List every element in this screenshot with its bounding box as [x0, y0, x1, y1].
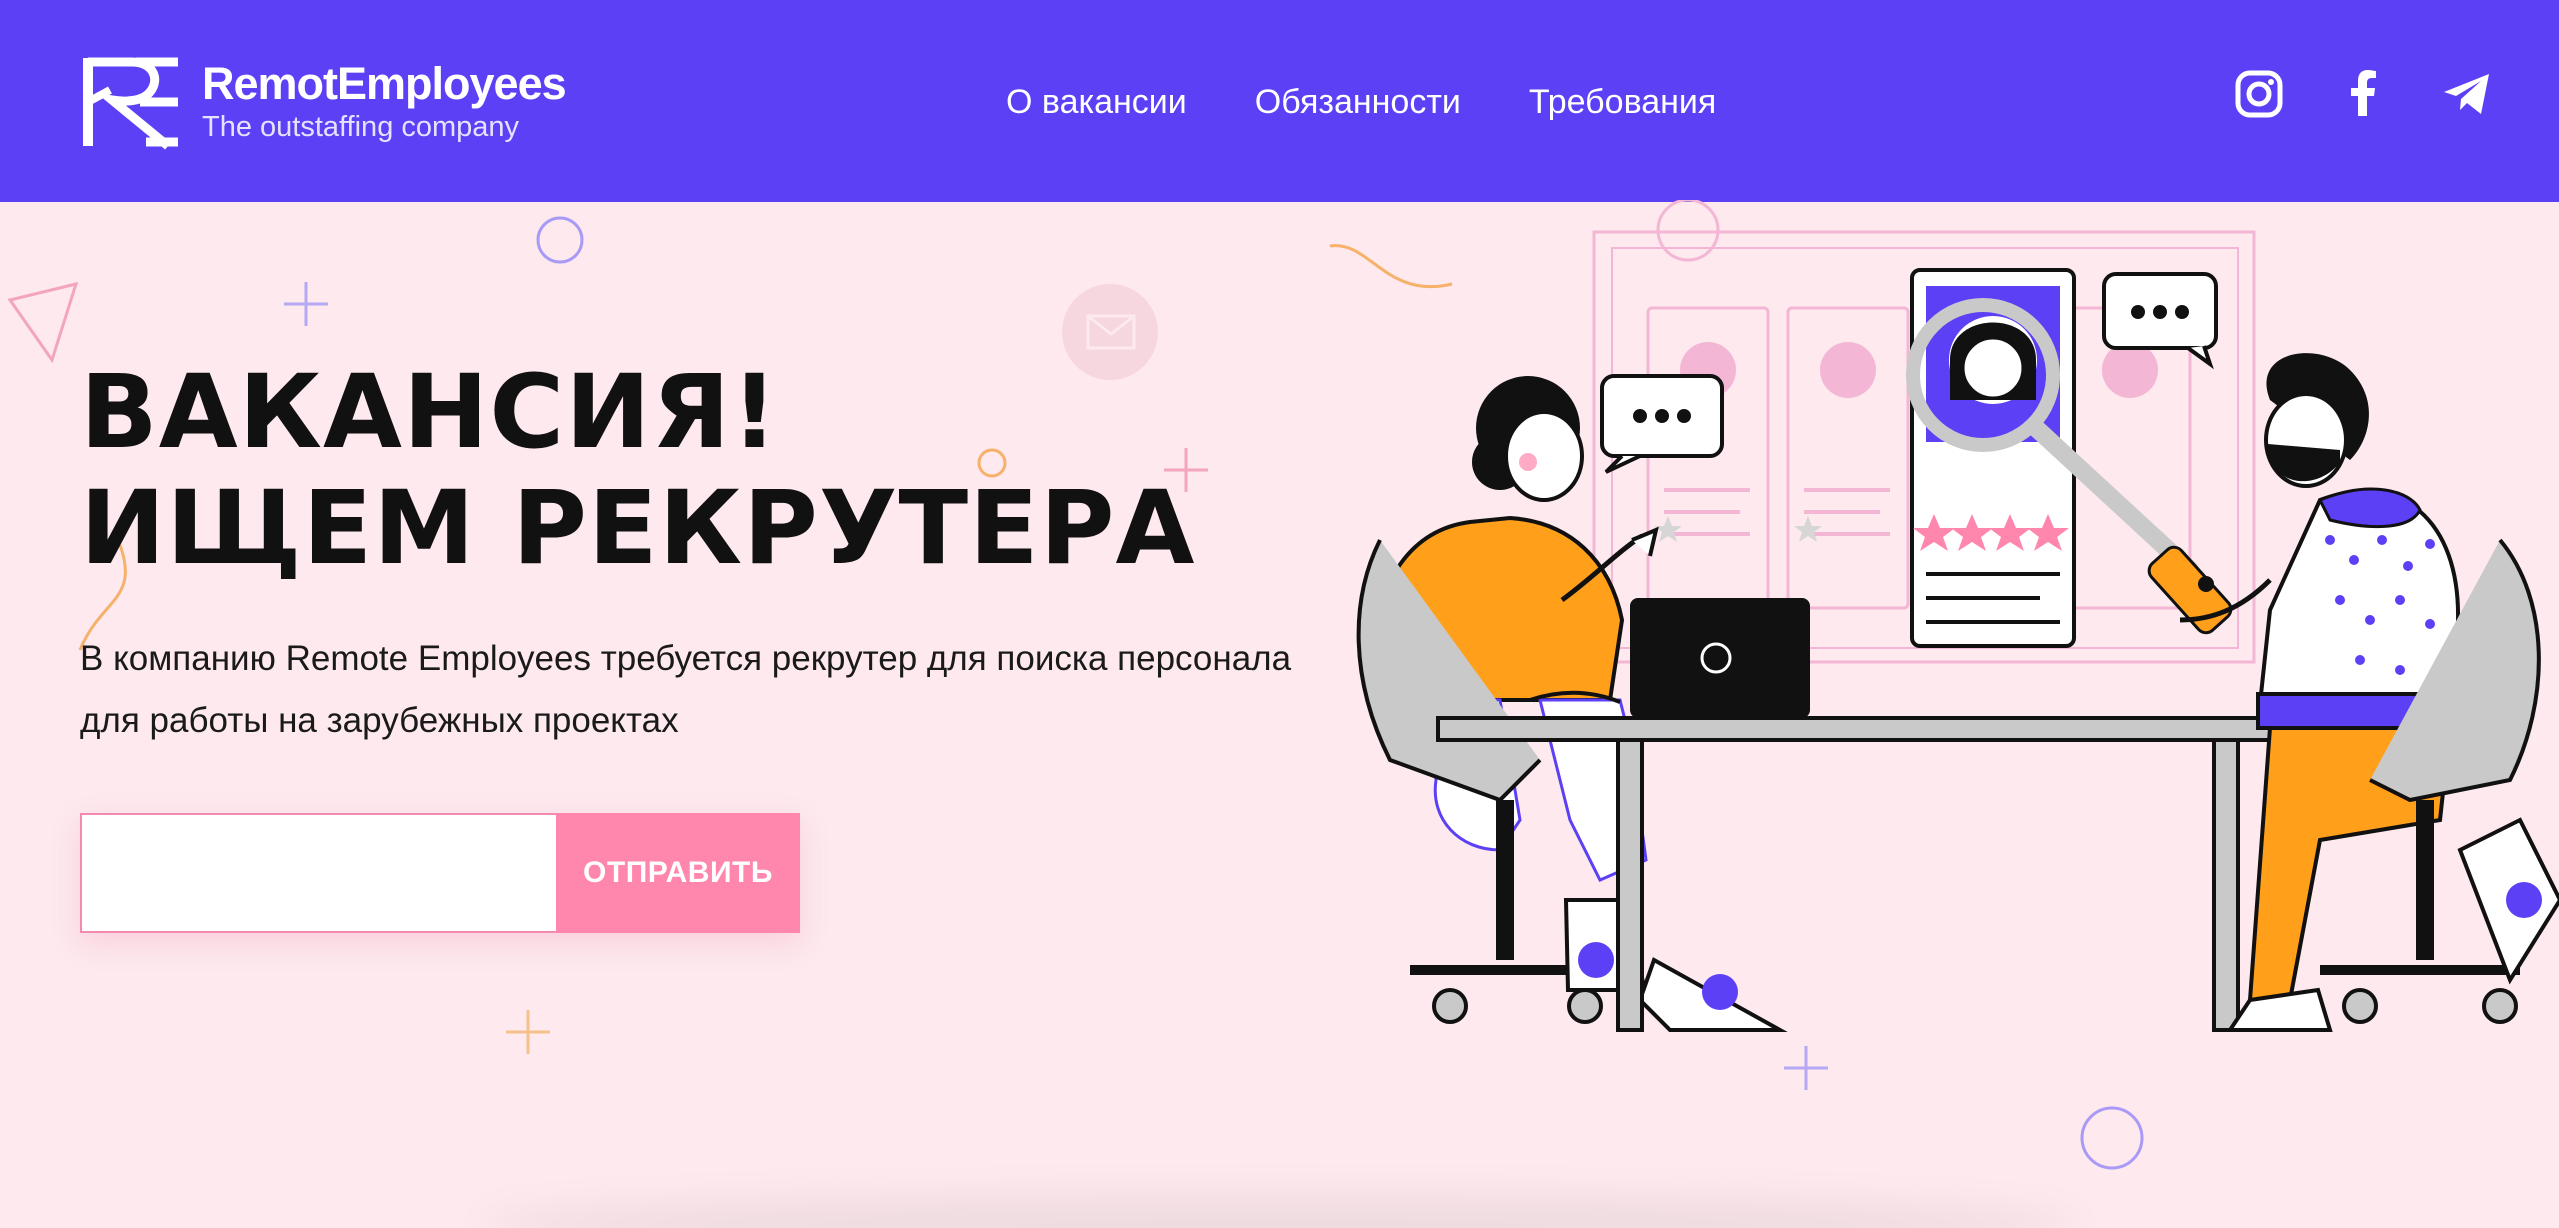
- nav-item-requirements[interactable]: Требования: [1529, 76, 1716, 128]
- recruiting-illustration: [1356, 200, 2559, 1032]
- facebook-icon[interactable]: [2337, 68, 2389, 120]
- social-links: [2181, 68, 2493, 120]
- telegram-icon[interactable]: [2441, 68, 2493, 120]
- main-nav: О вакансии Обязанности Требования: [1006, 76, 1784, 128]
- hero-title: ВАКАНСИЯ! ИЩЕМ РЕКРУТЕРА: [80, 355, 1195, 587]
- nav-item-duties[interactable]: Обязанности: [1255, 76, 1461, 128]
- brand-name: RemotEmployees: [202, 58, 567, 109]
- application-form: ОТПРАВИТЬ: [80, 813, 800, 933]
- brand-tagline: The outstaffing company: [202, 111, 520, 143]
- bottom-card-shadow: [480, 1195, 2080, 1228]
- site-header: RemotEmployees The outstaffing company О…: [0, 0, 2559, 202]
- submit-button[interactable]: ОТПРАВИТЬ: [556, 813, 800, 933]
- hero-description: В компанию Remote Employees требуется ре…: [80, 639, 1292, 740]
- instagram-icon[interactable]: [2233, 68, 2285, 120]
- nav-item-about-vacancy[interactable]: О вакансии: [1006, 76, 1187, 128]
- logo-mark-icon: [83, 57, 178, 150]
- brand-logo[interactable]: RemotEmployees The outstaffing company: [80, 52, 567, 152]
- application-input[interactable]: [80, 813, 556, 933]
- hero-title-line2: ИЩЕМ РЕКРУТЕРА: [80, 469, 1196, 588]
- hero-title-line1: ВАКАНСИЯ!: [80, 353, 779, 472]
